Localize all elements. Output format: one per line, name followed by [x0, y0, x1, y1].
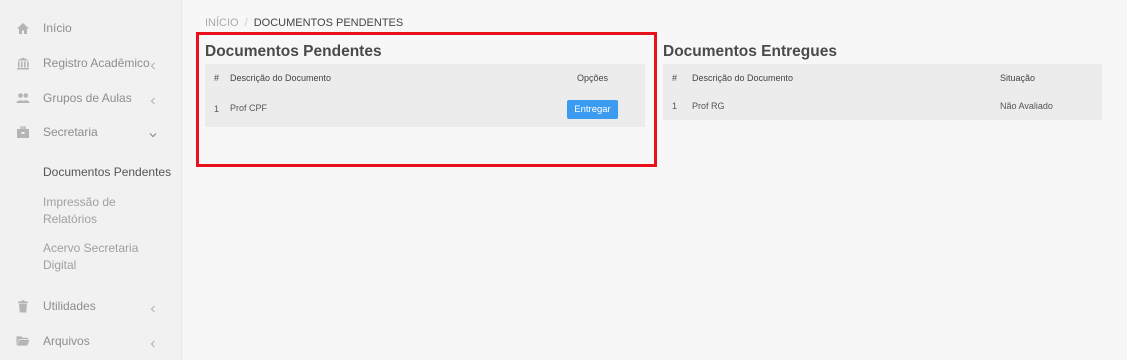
column-header-number: #	[672, 72, 678, 83]
cell-number: 1	[672, 100, 678, 111]
chevron-left-icon	[148, 301, 158, 313]
cell-number: 1	[214, 104, 220, 114]
entregar-button[interactable]: Entregar	[567, 99, 618, 119]
delivered-documents-table: # Descrição do Documento Situação 1 Prof…	[663, 64, 1102, 120]
table-header-row: # Descrição do Documento Opções	[205, 64, 645, 91]
chevron-left-icon	[148, 336, 158, 348]
folder-icon	[16, 334, 30, 348]
users-icon	[16, 91, 30, 105]
column-header-description: Descrição do Documento	[230, 72, 332, 83]
sidebar-item-grupos-de-aulas[interactable]: Grupos de Aulas	[0, 90, 182, 106]
table-header-row: # Descrição do Documento Situação	[663, 64, 1102, 91]
sidebar-item-secretaria[interactable]: Secretaria	[0, 124, 182, 140]
sidebar: Início Registro Acadêmico Grupos de Aula…	[0, 0, 182, 360]
column-header-status: Situação	[1000, 72, 1036, 83]
breadcrumb-separator: /	[244, 17, 248, 29]
trash-icon	[16, 299, 30, 313]
breadcrumb-home-link[interactable]: INÍCIO	[205, 17, 239, 29]
column-header-options: Opções	[576, 72, 609, 83]
sidebar-item-inicio[interactable]: Início	[0, 20, 182, 36]
home-icon	[16, 21, 30, 35]
cell-description: Prof CPF	[230, 103, 268, 113]
table-row: 1 Prof CPF Entregar	[205, 91, 645, 127]
sidebar-item-label: Secretaria	[43, 125, 98, 139]
cell-status: Não Avaliado	[1000, 100, 1053, 111]
briefcase-icon	[16, 125, 30, 139]
breadcrumb-current: DOCUMENTOS PENDENTES	[253, 17, 404, 29]
sidebar-item-label: Grupos de Aulas	[43, 91, 132, 105]
chevron-left-icon	[148, 58, 158, 70]
sidebar-item-utilidades[interactable]: Utilidades	[0, 298, 182, 314]
sidebar-item-registro-academico[interactable]: Registro Acadêmico	[0, 55, 182, 71]
pending-documents-title: Documentos Pendentes	[205, 43, 382, 60]
delivered-documents-title: Documentos Entregues	[663, 43, 837, 60]
chevron-down-icon	[148, 127, 158, 138]
sidebar-item-label: Utilidades	[43, 299, 96, 313]
sidebar-subitem-documentos-pendentes[interactable]: Documentos Pendentes	[43, 164, 171, 181]
column-header-number: #	[214, 72, 220, 83]
breadcrumb: INÍCIO / DOCUMENTOS PENDENTES	[205, 17, 403, 29]
pending-documents-table: # Descrição do Documento Opções 1 Prof C…	[205, 64, 645, 127]
sidebar-item-label: Arquivos	[43, 334, 90, 348]
institution-icon	[16, 56, 30, 70]
table-row: 1 Prof RG Não Avaliado	[663, 91, 1102, 120]
chevron-left-icon	[148, 93, 158, 105]
sidebar-subitem-acervo-secretaria-digital[interactable]: Acervo Secretaria Digital	[43, 240, 148, 274]
sidebar-item-label: Registro Acadêmico	[43, 56, 150, 70]
sidebar-item-arquivos[interactable]: Arquivos	[0, 333, 182, 349]
column-header-description: Descrição do Documento	[692, 72, 794, 83]
sidebar-item-label: Início	[43, 21, 72, 35]
cell-description: Prof RG	[692, 100, 725, 111]
sidebar-subitem-impressao-de-relatorios[interactable]: Impressão de Relatórios	[43, 194, 138, 228]
